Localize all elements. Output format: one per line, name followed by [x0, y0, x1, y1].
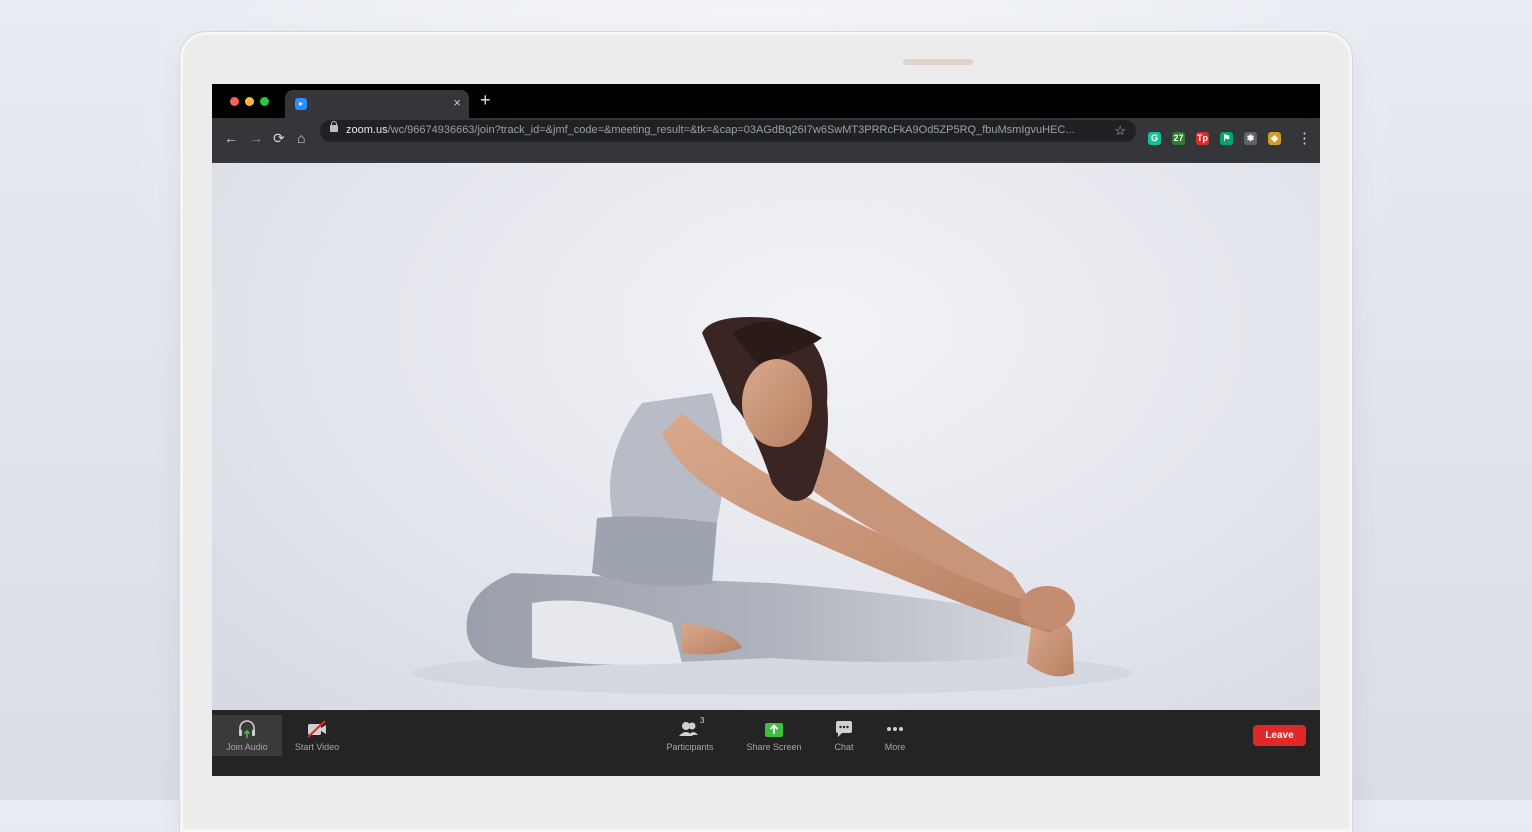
- more-label: More: [884, 742, 906, 752]
- chat-label: Chat: [834, 742, 854, 752]
- home-button[interactable]: ⌂: [297, 130, 305, 146]
- zoom-meeting-controls: Join Audio Start Video 3 Participants Sh…: [212, 710, 1320, 776]
- participants-label: Participants: [666, 742, 714, 752]
- maximize-window-button[interactable]: [260, 97, 269, 106]
- flag-extension-icon[interactable]: ⚑: [1220, 132, 1233, 145]
- join-audio-label: Join Audio: [226, 742, 268, 752]
- more-dots-icon: [877, 718, 913, 740]
- video-feed: [212, 163, 1320, 710]
- puzzle-icon[interactable]: ✱: [1244, 132, 1257, 145]
- address-bar[interactable]: zoom.us/wc/96674936663/join?track_id=&jm…: [320, 120, 1136, 142]
- share-screen-icon: [742, 718, 806, 740]
- new-tab-button[interactable]: +: [480, 90, 491, 111]
- more-button[interactable]: More: [877, 718, 913, 754]
- video-off-icon: [286, 718, 348, 740]
- back-button[interactable]: ←: [224, 130, 238, 146]
- forward-button[interactable]: →: [249, 130, 263, 146]
- participants-button[interactable]: 3 Participants: [660, 716, 720, 754]
- leave-button[interactable]: Leave: [1253, 725, 1306, 746]
- minimize-window-button[interactable]: [245, 97, 254, 106]
- browser-tab-zoom[interactable]: ▸ ×: [285, 90, 469, 118]
- close-window-button[interactable]: [230, 97, 239, 106]
- bookmark-star-icon[interactable]: ☆: [1114, 123, 1126, 139]
- chat-button[interactable]: Chat: [826, 718, 862, 754]
- fox-extension-icon[interactable]: ◆: [1268, 132, 1281, 145]
- share-screen-button[interactable]: Share Screen: [742, 718, 806, 754]
- start-video-label: Start Video: [294, 742, 340, 752]
- extension-27-icon[interactable]: 27: [1172, 132, 1185, 145]
- camera-notch: [903, 59, 973, 65]
- tab-close-icon[interactable]: ×: [453, 95, 461, 110]
- url-text: zoom.us/wc/96674936663/join?track_id=&jm…: [346, 124, 1106, 136]
- browser-toolbar: ← → ⟳ ⌂ zoom.us/wc/96674936663/join?trac…: [212, 118, 1320, 162]
- start-video-button[interactable]: Start Video: [286, 718, 348, 754]
- join-audio-button[interactable]: Join Audio: [212, 715, 282, 756]
- participant-count-badge: 3: [700, 716, 705, 725]
- participants-icon: [660, 718, 720, 740]
- lock-icon: [330, 121, 338, 132]
- tab-strip: ▸ × +: [212, 84, 1320, 118]
- participant-video-image: [412, 317, 1132, 695]
- share-screen-label: Share Screen: [746, 742, 802, 752]
- headphones-icon: [212, 718, 282, 740]
- laptop-screen: ▸ × + ← → ⟳ ⌂ zoom.us/wc/96674936663/joi…: [212, 84, 1320, 776]
- url-host: zoom.us: [346, 124, 388, 136]
- browser-menu-icon[interactable]: ⋮: [1297, 129, 1312, 147]
- tp-icon[interactable]: Tp: [1196, 132, 1209, 145]
- reload-button[interactable]: ⟳: [273, 130, 285, 146]
- chat-bubble-icon: [826, 718, 862, 740]
- url-path: /wc/96674936663/join?track_id=&jmf_code=…: [387, 124, 1075, 136]
- grammarly-icon[interactable]: G: [1148, 132, 1161, 145]
- zoom-favicon-icon: ▸: [295, 98, 307, 110]
